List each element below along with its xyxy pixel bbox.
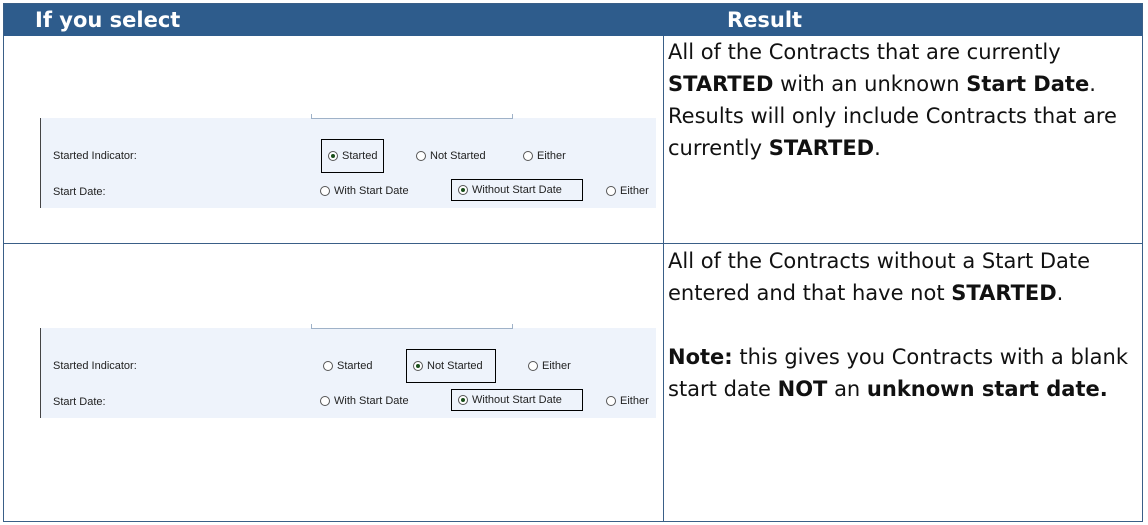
result-text-1: All of the Contracts that are currently … (668, 40, 1117, 160)
radio-with-start-date[interactable]: With Start Date (320, 185, 409, 197)
radio-selected-icon (328, 151, 338, 161)
radio-started[interactable]: Started (321, 139, 385, 173)
snippet-frame-edge (311, 114, 513, 119)
table-row: Started Indicator: Start Date: Started N… (4, 36, 1142, 244)
radio-without-start-date[interactable]: Without Start Date (451, 179, 583, 201)
radio-icon (416, 151, 426, 161)
radio-icon (606, 186, 616, 196)
radio-label: Without Start Date (472, 184, 562, 196)
start-date-label: Start Date: (53, 186, 106, 198)
radio-label: Started (337, 360, 373, 372)
started-indicator-label: Started Indicator: (53, 360, 137, 372)
radio-icon (320, 396, 330, 406)
table-row: Started Indicator: Start Date: Started N… (4, 245, 1142, 521)
radio-either-started[interactable]: Either (523, 150, 566, 162)
radio-started[interactable]: Started (323, 360, 372, 372)
result-text-2: All of the Contracts without a Start Dat… (668, 249, 1128, 401)
radio-selected-icon (413, 361, 423, 371)
radio-label: Either (620, 395, 649, 407)
start-date-label: Start Date: (53, 396, 106, 408)
radio-label: Not Started (430, 150, 486, 162)
ui-snippet-not-started: Started Indicator: Start Date: Started N… (40, 324, 656, 418)
radio-not-started[interactable]: Not Started (416, 150, 486, 162)
radio-icon (523, 151, 533, 161)
radio-label: Not Started (427, 360, 483, 372)
radio-either-date[interactable]: Either (606, 395, 649, 407)
radio-icon (606, 396, 616, 406)
header-if-you-select: If you select (35, 8, 181, 32)
radio-icon (323, 361, 333, 371)
radio-icon (320, 186, 330, 196)
radio-selected-icon (458, 185, 468, 195)
radio-selected-icon (458, 395, 468, 405)
snippet-frame-edge (311, 324, 513, 329)
radio-not-started[interactable]: Not Started (406, 349, 496, 383)
radio-with-start-date[interactable]: With Start Date (320, 395, 409, 407)
radio-label: With Start Date (334, 185, 409, 197)
radio-icon (528, 361, 538, 371)
radio-label: Either (537, 150, 566, 162)
radio-without-start-date[interactable]: Without Start Date (451, 389, 583, 411)
radio-either-date[interactable]: Either (606, 185, 649, 197)
header-result: Result (727, 8, 803, 32)
started-indicator-label: Started Indicator: (53, 150, 137, 162)
table-header: If you select Result (4, 4, 1142, 36)
ui-snippet-started: Started Indicator: Start Date: Started N… (40, 114, 656, 208)
radio-either-started[interactable]: Either (528, 360, 571, 372)
radio-label: Without Start Date (472, 394, 562, 406)
radio-label: Either (542, 360, 571, 372)
radio-label: With Start Date (334, 395, 409, 407)
radio-label: Either (620, 185, 649, 197)
comparison-table: If you select Result Started Indicator: … (3, 3, 1143, 522)
radio-label: Started (342, 150, 378, 162)
